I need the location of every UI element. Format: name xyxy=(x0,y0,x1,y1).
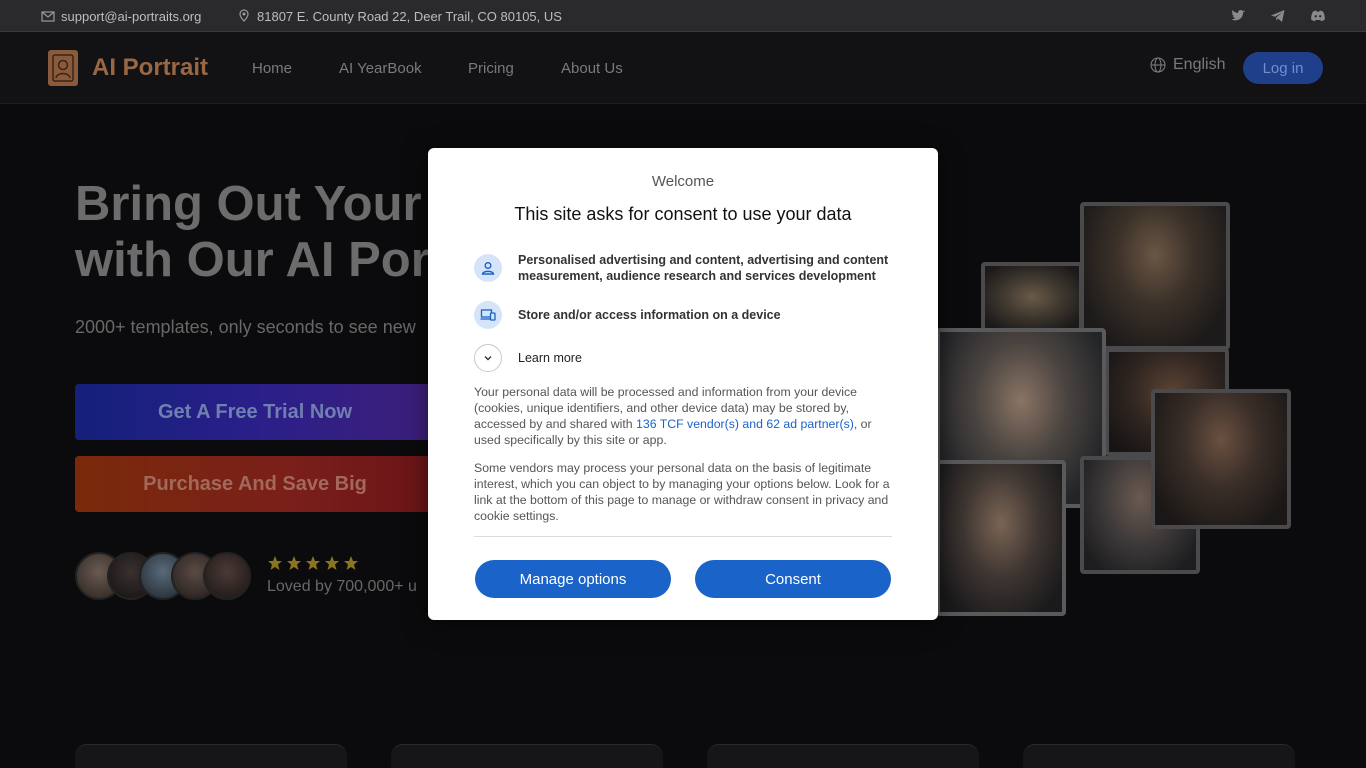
portrait-image xyxy=(936,460,1066,616)
chevron-down-icon xyxy=(474,344,502,372)
dialog-welcome: Welcome xyxy=(651,173,715,190)
purpose-device-storage: Store and/or access information on a dev… xyxy=(474,301,890,329)
mail-icon xyxy=(41,11,55,22)
address-item: 81807 E. County Road 22, Deer Trail, CO … xyxy=(237,0,562,32)
devices-icon xyxy=(474,301,502,329)
user-avatar-stack xyxy=(75,552,255,602)
brand-logo[interactable]: AI Portrait xyxy=(48,50,208,86)
feature-card xyxy=(391,744,663,768)
portrait-image xyxy=(981,262,1083,332)
loved-by-text: Loved by 700,000+ u xyxy=(267,578,417,595)
portrait-image xyxy=(1151,389,1291,529)
purchase-button[interactable]: Purchase And Save Big xyxy=(75,456,435,512)
nav-link-ai-yearbook[interactable]: AI YearBook xyxy=(339,32,422,104)
address-text: 81807 E. County Road 22, Deer Trail, CO … xyxy=(257,8,562,24)
rating-stars xyxy=(267,555,359,571)
telegram-icon[interactable] xyxy=(1270,8,1286,24)
twitter-icon[interactable] xyxy=(1230,8,1246,24)
purpose-text: Store and/or access information on a dev… xyxy=(518,308,781,322)
vendors-link[interactable]: 136 TCF vendor(s) and 62 ad partner(s) xyxy=(636,417,854,431)
contact-bar: support@ai-portraits.org 81807 E. County… xyxy=(0,0,1366,32)
login-button[interactable]: Log in xyxy=(1243,52,1323,84)
email-item[interactable]: support@ai-portraits.org xyxy=(41,0,201,32)
star-icon xyxy=(306,556,320,570)
hero-title-line2: with Our AI Port xyxy=(75,233,435,287)
purpose-personalised-ads: Personalised advertising and content, ad… xyxy=(474,252,890,284)
main-nav: AI Portrait Home AI YearBook Pricing Abo… xyxy=(0,32,1366,104)
language-label: English xyxy=(1173,56,1226,73)
hero-subtitle: 2000+ templates, only seconds to see new xyxy=(75,317,416,337)
consent-dialog: Welcome This site asks for consent to us… xyxy=(428,148,938,620)
hero-title-line1: Bring Out Your U xyxy=(75,177,435,231)
data-processing-paragraph: Your personal data will be processed and… xyxy=(474,385,872,447)
language-selector[interactable]: English xyxy=(1150,56,1225,74)
avatar xyxy=(203,552,251,600)
feature-card xyxy=(75,744,347,768)
hero-title: Bring Out Your U with Our AI Port xyxy=(75,176,435,288)
portrait-logo-icon xyxy=(48,50,78,86)
discord-icon[interactable] xyxy=(1310,8,1326,24)
consent-button[interactable]: Consent xyxy=(695,560,891,598)
globe-icon xyxy=(1150,57,1166,73)
nav-link-about-us[interactable]: About Us xyxy=(561,32,623,104)
manage-options-button[interactable]: Manage options xyxy=(475,560,671,598)
brand-name: AI Portrait xyxy=(92,54,209,81)
learn-more-label: Learn more xyxy=(518,351,582,365)
nav-link-pricing[interactable]: Pricing xyxy=(468,32,514,104)
purpose-text: Personalised advertising and content, ad… xyxy=(518,253,889,283)
feature-card xyxy=(707,744,979,768)
dialog-title: This site asks for consent to use your d… xyxy=(514,204,852,224)
email-text: support@ai-portraits.org xyxy=(61,8,202,24)
divider xyxy=(474,536,892,537)
learn-more-toggle[interactable]: Learn more xyxy=(474,344,890,372)
person-icon xyxy=(474,254,502,282)
star-icon xyxy=(344,556,358,570)
star-icon xyxy=(287,556,301,570)
free-trial-button[interactable]: Get A Free Trial Now xyxy=(75,384,435,440)
location-pin-icon xyxy=(239,9,249,22)
star-icon xyxy=(268,556,282,570)
nav-link-home[interactable]: Home xyxy=(252,32,292,104)
star-icon xyxy=(325,556,339,570)
legitimate-interest-paragraph: Some vendors may process your personal d… xyxy=(474,461,890,523)
feature-card xyxy=(1023,744,1295,768)
